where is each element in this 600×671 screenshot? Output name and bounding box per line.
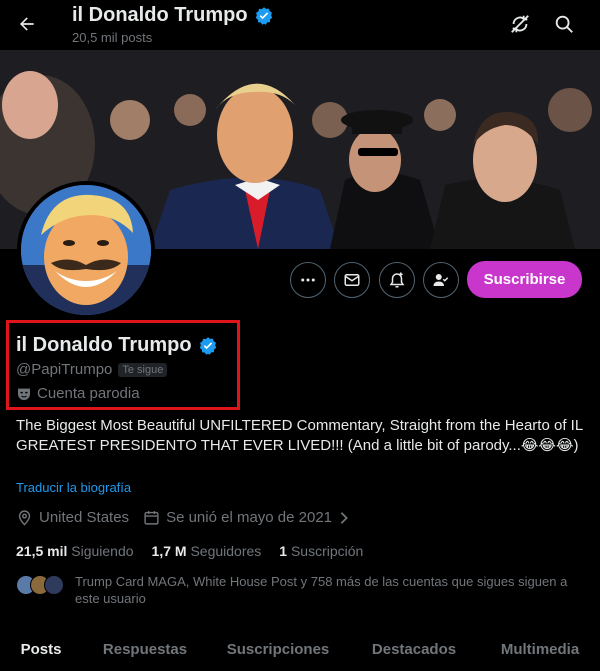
user-check-icon: [433, 274, 449, 286]
header-title-text: il Donaldo Trumpo: [72, 4, 248, 26]
following-button[interactable]: [423, 262, 459, 298]
tab-replies[interactable]: Respuestas: [82, 627, 208, 671]
location-text: United States: [39, 509, 130, 526]
profile-stats: 21,5 mil Siguiendo 1,7 M Seguidores 1 Su…: [16, 543, 381, 559]
more-options-button[interactable]: [290, 262, 326, 298]
following-label: Siguiendo: [71, 543, 134, 559]
mask-icon: [18, 388, 30, 400]
subscriptions-count: 1: [279, 543, 288, 559]
location-pin-icon: [18, 510, 31, 526]
notifications-off-icon[interactable]: [506, 10, 534, 38]
joined-item[interactable]: Se unió el mayo de 2021: [143, 509, 350, 526]
parody-label: Cuenta parodia: [37, 385, 140, 402]
parody-label-row[interactable]: Cuenta parodia: [16, 385, 140, 402]
subscriptions-stat[interactable]: 1 Suscripción: [279, 543, 363, 559]
followers-label: Seguidores: [190, 543, 262, 559]
bell-plus-icon: [389, 272, 405, 288]
notifications-button[interactable]: [379, 262, 415, 298]
profile-avatar[interactable]: [17, 181, 155, 319]
profile-name: il Donaldo Trumpo: [16, 334, 218, 357]
posts-count: 20,5 mil posts: [72, 30, 153, 45]
profile-handle: @PapiTrumpo: [16, 361, 113, 378]
tab-highlights[interactable]: Destacados: [348, 627, 480, 671]
verified-badge-icon: [255, 6, 272, 25]
avatar: [44, 575, 64, 595]
profile-meta: United States Se unió el mayo de 2021: [16, 509, 364, 526]
verified-badge-icon[interactable]: [198, 336, 218, 356]
joined-text: Se unió el mayo de 2021: [166, 509, 333, 526]
tab-label: Respuestas: [102, 640, 188, 658]
handle-row: @PapiTrumpo Te sigue: [16, 361, 168, 378]
follows-you-badge: Te sigue: [118, 362, 168, 377]
profile-name-text: il Donaldo Trumpo: [16, 334, 192, 356]
location-item: United States: [16, 509, 129, 526]
profile-tabs: Posts Respuestas Suscripciones Destacado…: [0, 627, 600, 671]
following-count: 21,5 mil: [16, 543, 68, 559]
message-button[interactable]: [334, 262, 370, 298]
tab-subscriptions[interactable]: Suscripciones: [208, 627, 348, 671]
envelope-icon: [344, 274, 360, 286]
tab-label: Destacados: [371, 640, 457, 658]
followed-by-text: Trump Card MAGA, White House Post y 758 …: [75, 574, 568, 606]
profile-bio: The Biggest Most Beautiful UNFILTERED Co…: [16, 417, 583, 454]
subscribe-button[interactable]: Suscribirse: [467, 261, 582, 298]
followers-stat[interactable]: 1,7 M Seguidores: [152, 543, 262, 559]
more-icon: [301, 278, 315, 282]
followed-by-avatars: [16, 573, 68, 597]
tab-media[interactable]: Multimedia: [480, 627, 600, 671]
tab-posts[interactable]: Posts: [0, 627, 82, 671]
calendar-icon: [144, 511, 159, 525]
followed-by-row[interactable]: Trump Card MAGA, White House Post y 758 …: [16, 573, 575, 607]
followers-count: 1,7 M: [151, 543, 187, 559]
following-stat[interactable]: 21,5 mil Siguiendo: [16, 543, 134, 559]
translate-bio-link[interactable]: Traducir la biografía: [16, 480, 131, 495]
top-bar: il Donaldo Trumpo 20,5 mil posts: [0, 0, 600, 50]
search-icon[interactable]: [550, 10, 578, 38]
subscriptions-label: Suscripción: [290, 543, 364, 559]
back-arrow-icon[interactable]: [12, 9, 42, 39]
tab-label: Suscripciones: [226, 640, 330, 658]
chevron-right-icon: [340, 511, 348, 524]
tab-label: Multimedia: [500, 640, 580, 658]
header-title: il Donaldo Trumpo: [72, 4, 274, 27]
tab-label: Posts: [20, 640, 62, 658]
